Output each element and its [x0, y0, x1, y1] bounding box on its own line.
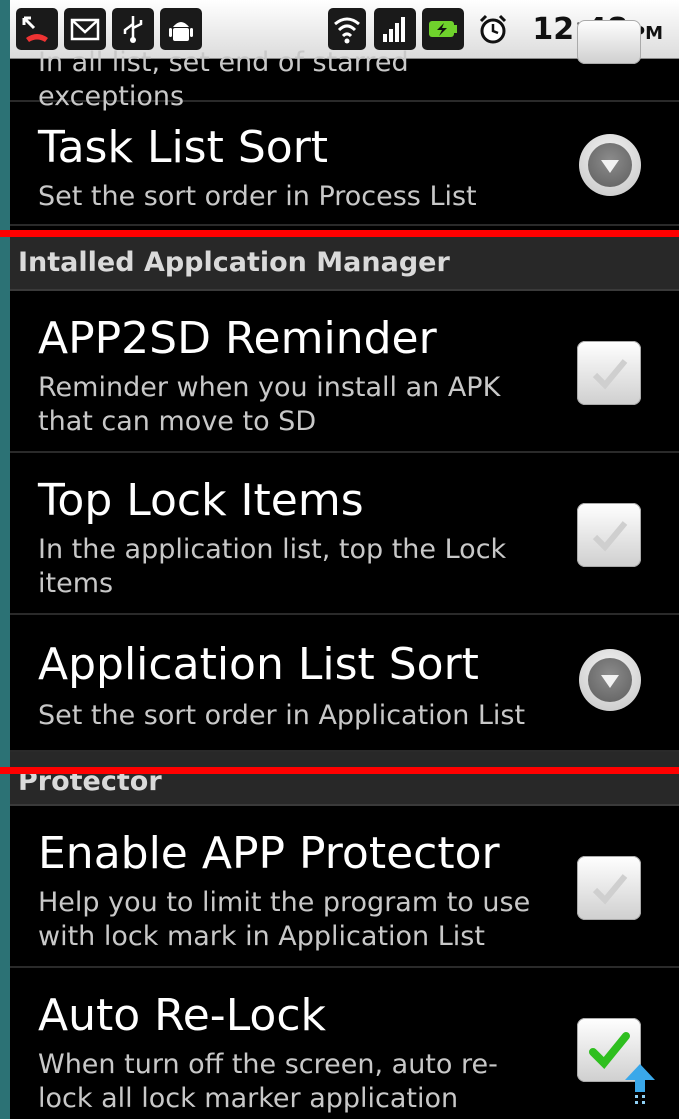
row-title: Top Lock Items	[38, 475, 364, 526]
row-title: Enable APP Protector	[38, 828, 500, 879]
row-title: Task List Sort	[38, 122, 329, 173]
settings-screen: 12:48PM In all list, set end of starred …	[10, 0, 679, 1119]
row-title: APP2SD Reminder	[38, 313, 437, 364]
row-summary: Reminder when you install an APK that ca…	[38, 372, 501, 437]
row-summary: Set the sort order in Process List	[38, 181, 477, 212]
enable-protector-checkbox[interactable]	[577, 856, 641, 920]
scroll-up-arrow-icon[interactable]	[623, 1062, 657, 1106]
checkbox[interactable]	[577, 20, 641, 64]
dropdown-arrow-icon[interactable]	[579, 649, 641, 711]
row-summary: In the application list, top the Lock it…	[38, 534, 507, 599]
row-summary: Help you to limit the program to use wit…	[38, 887, 531, 952]
starred-exceptions-row[interactable]: In all list, set end of starred exceptio…	[10, 0, 679, 112]
row-summary: Set the sort order in Application List	[38, 700, 526, 731]
app2sd-checkbox[interactable]	[577, 341, 641, 405]
row-title: Application List Sort	[38, 639, 479, 690]
application-list-sort-row[interactable]: Application List Sort Set the sort order…	[10, 615, 679, 752]
row-title: Auto Re-Lock	[38, 990, 327, 1041]
app2sd-reminder-row[interactable]: APP2SD Reminder Reminder when you instal…	[10, 291, 679, 453]
category-header-protector: Protector	[10, 752, 679, 806]
row-summary: When turn off the screen, auto re-lock a…	[38, 1049, 498, 1114]
top-lock-checkbox[interactable]	[577, 503, 641, 567]
category-header-installed-app-manager: Intalled Applcation Manager	[10, 237, 679, 291]
task-list-sort-row[interactable]: Task List Sort Set the sort order in Pro…	[10, 100, 679, 226]
dropdown-arrow-icon[interactable]	[579, 134, 641, 196]
enable-app-protector-row[interactable]: Enable APP Protector Help you to limit t…	[10, 806, 679, 968]
top-lock-items-row[interactable]: Top Lock Items In the application list, …	[10, 453, 679, 615]
auto-relock-row[interactable]: Auto Re-Lock When turn off the screen, a…	[10, 968, 679, 1119]
